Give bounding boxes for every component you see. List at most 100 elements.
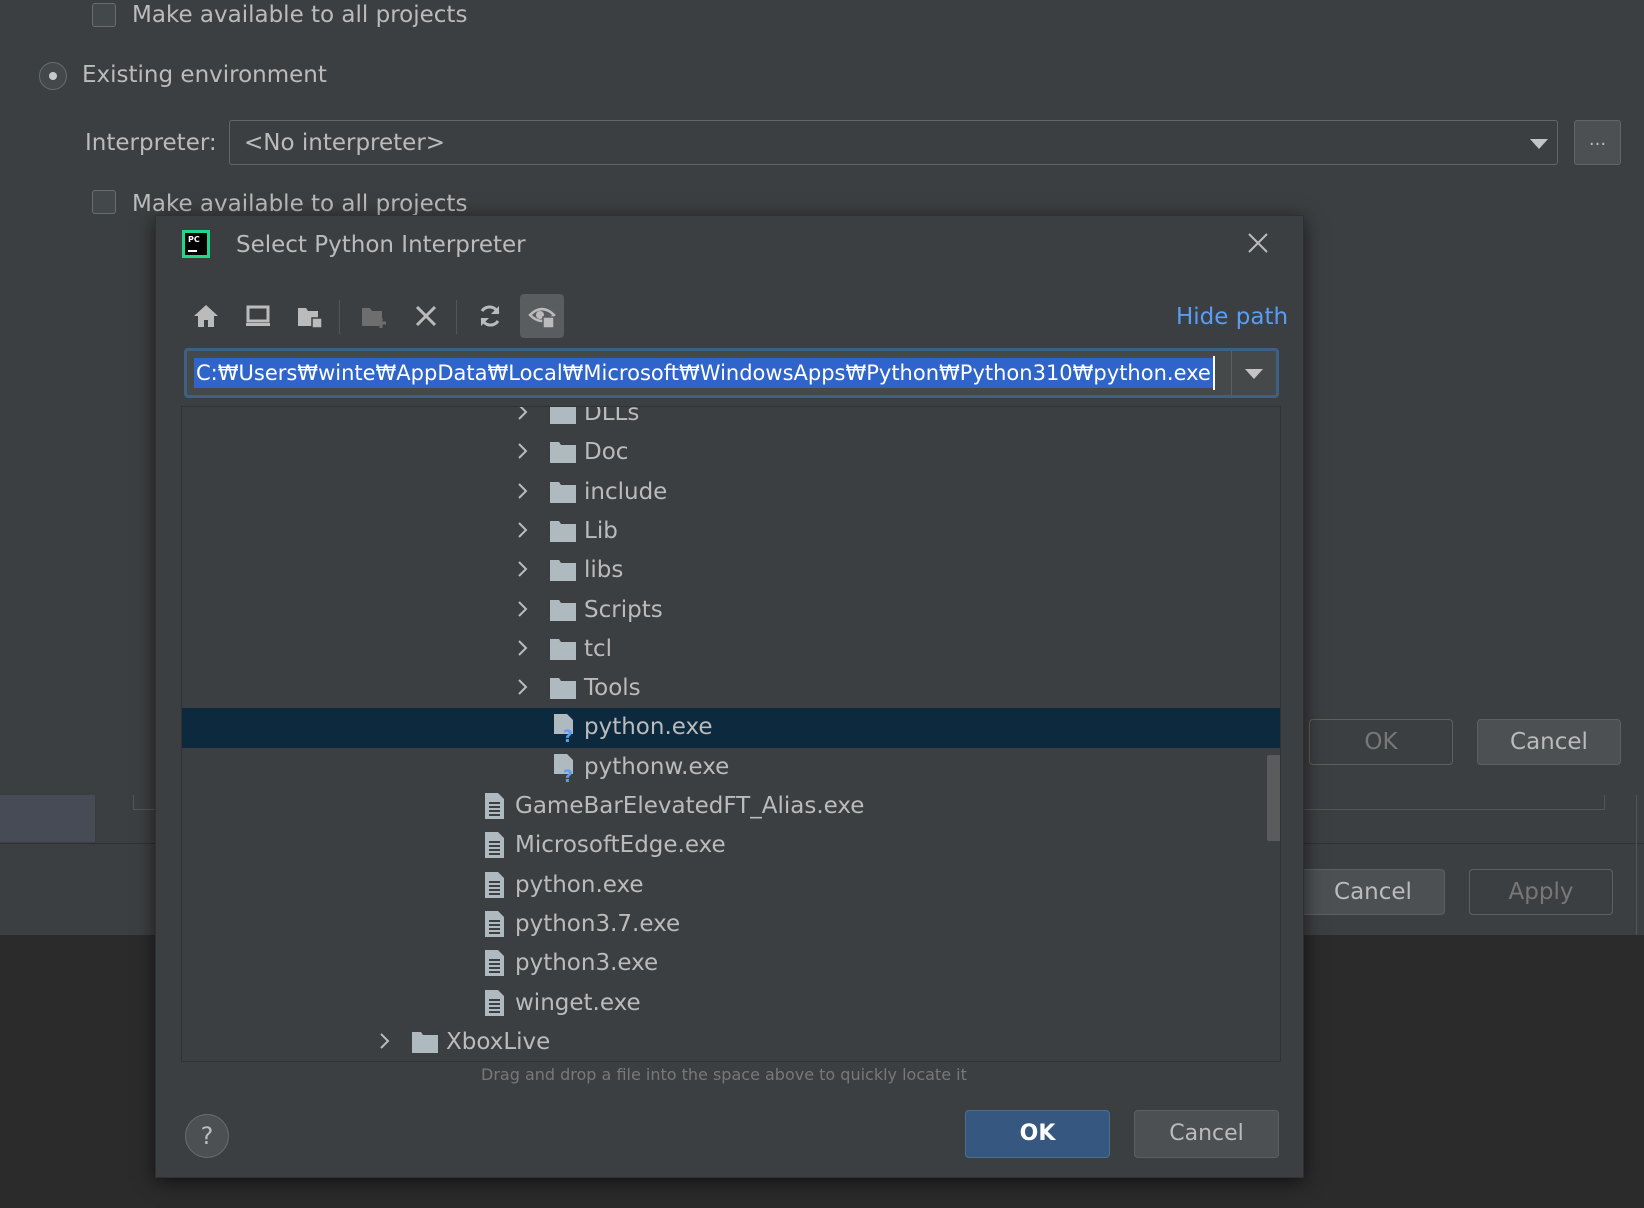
tree-file-row[interactable]: python3.7.exe — [182, 905, 1280, 945]
folder-icon — [548, 673, 578, 703]
interpreter-combobox[interactable]: <No interpreter> — [229, 120, 1558, 165]
chevron-right-icon[interactable] — [513, 599, 533, 619]
bg-sidebar-strip — [0, 795, 95, 842]
path-input[interactable]: C:₩Users₩winte₩AppData₩Local₩Microsoft₩W… — [184, 348, 1279, 398]
tree-item-label: Tools — [584, 675, 641, 702]
svg-text:?: ? — [563, 767, 573, 782]
tree-item-label: Lib — [584, 517, 618, 544]
folder-icon — [548, 516, 578, 546]
folder-icon — [548, 634, 578, 664]
tree-folder-row[interactable]: Doc — [182, 433, 1280, 473]
tree-file-row[interactable]: MicrosoftEdge.exe — [182, 826, 1280, 866]
refresh-icon[interactable] — [468, 294, 512, 338]
bg-cancel-button[interactable]: Cancel — [1477, 719, 1621, 765]
chevron-right-icon[interactable] — [513, 638, 533, 658]
chevron-down-icon[interactable] — [1245, 369, 1263, 379]
tree-item-label: winget.exe — [515, 989, 641, 1016]
file-icon — [479, 791, 509, 821]
project-folder-icon[interactable] — [288, 294, 332, 338]
tree-item-label: XboxLive — [446, 1028, 551, 1055]
tree-file-row[interactable]: winget.exe — [182, 984, 1280, 1024]
folder-icon — [548, 595, 578, 625]
tree-file-row[interactable]: python.exe — [182, 866, 1280, 906]
folder-icon — [410, 1027, 440, 1057]
chevron-right-icon[interactable] — [513, 520, 533, 540]
chevron-right-icon[interactable] — [513, 407, 533, 422]
path-history-dropdown[interactable] — [1231, 351, 1276, 395]
tree-item-label: python3.exe — [515, 950, 659, 977]
show-hidden-icon[interactable] — [520, 294, 564, 338]
toolbar-separator — [339, 300, 340, 334]
file-icon — [479, 948, 509, 978]
existing-environment-radio[interactable] — [39, 62, 67, 90]
interpreter-label: Interpreter: — [85, 130, 217, 156]
tree-item-label: include — [584, 478, 668, 505]
unknown-file-icon: ? — [548, 712, 578, 747]
tree-folder-row[interactable]: tcl — [182, 630, 1280, 670]
path-text: C:₩Users₩winte₩AppData₩Local₩Microsoft₩W… — [194, 358, 1213, 388]
file-tree[interactable]: DLLs Doc include Lib libs Scripts tcl Tools? pyt… — [181, 406, 1281, 1062]
chevron-right-icon[interactable] — [513, 481, 533, 501]
tree-file-row[interactable]: GameBarElevatedFT_Alias.exe — [182, 787, 1280, 827]
chevron-right-icon[interactable] — [513, 677, 533, 697]
tree-item-label: python3.7.exe — [515, 910, 681, 937]
file-icon — [479, 909, 509, 939]
folder-icon — [548, 477, 578, 507]
tree-item-label: Scripts — [584, 596, 663, 623]
tree-item-label: libs — [584, 557, 624, 584]
folder-icon — [548, 407, 578, 428]
tree-item-label: GameBarElevatedFT_Alias.exe — [515, 793, 865, 819]
settings-cancel-button[interactable]: Cancel — [1301, 869, 1445, 915]
browse-interpreter-button[interactable]: ... — [1574, 120, 1621, 165]
folder-icon — [548, 437, 578, 467]
svg-text:?: ? — [563, 727, 573, 742]
tree-folder-row[interactable]: Tools — [182, 669, 1280, 709]
tree-file-row[interactable]: python3.exe — [182, 944, 1280, 984]
chevron-right-icon[interactable] — [375, 1031, 395, 1051]
tree-folder-row[interactable]: DLLs — [182, 406, 1280, 434]
toolbar-separator — [456, 300, 457, 334]
tree-item-label: python.exe — [515, 871, 644, 898]
help-button[interactable]: ? — [185, 1114, 229, 1158]
file-icon — [479, 870, 509, 900]
desktop-icon[interactable] — [236, 294, 280, 338]
chevron-right-icon[interactable] — [513, 441, 533, 461]
settings-apply-button[interactable]: Apply — [1469, 869, 1613, 915]
tree-file-row[interactable]: ? pythonw.exe — [182, 748, 1280, 788]
ok-button[interactable]: OK — [965, 1110, 1110, 1158]
file-icon — [479, 830, 509, 860]
dialog-title: Select Python Interpreter — [236, 232, 526, 258]
pycharm-logo-icon: PC — [182, 230, 210, 258]
interpreter-value: <No interpreter> — [244, 130, 446, 156]
file-icon — [479, 988, 509, 1018]
hide-path-link[interactable]: Hide path — [1176, 304, 1288, 330]
chevron-down-icon[interactable] — [1530, 139, 1548, 149]
tree-file-row[interactable]: ? python.exe — [182, 708, 1280, 749]
tree-item-label: tcl — [584, 635, 613, 662]
make-available-label-top: Make available to all projects — [132, 2, 468, 28]
home-icon[interactable] — [184, 294, 228, 338]
tree-item-label: MicrosoftEdge.exe — [515, 832, 726, 859]
tree-item-label: Doc — [584, 439, 629, 466]
tree-folder-row[interactable]: Scripts — [182, 591, 1280, 631]
chevron-right-icon[interactable] — [513, 559, 533, 579]
make-available-checkbox-top[interactable] — [92, 3, 116, 27]
tree-item-label: python.exe — [584, 714, 713, 741]
bg-ok-button[interactable]: OK — [1309, 719, 1453, 765]
bg-divider-vertical — [1636, 795, 1637, 935]
new-folder-icon[interactable] — [352, 294, 396, 338]
tree-scrollbar[interactable] — [1267, 755, 1280, 841]
select-interpreter-dialog: PC Select Python Interpreter Hide path C… — [155, 215, 1304, 1178]
tree-folder-row[interactable]: libs — [182, 551, 1280, 591]
drag-drop-hint: Drag and drop a file into the space abov… — [481, 1065, 967, 1084]
unknown-file-icon: ? — [548, 752, 578, 787]
close-icon[interactable] — [1243, 228, 1273, 258]
delete-icon[interactable] — [404, 294, 448, 338]
cancel-button[interactable]: Cancel — [1134, 1110, 1279, 1158]
tree-folder-row[interactable]: include — [182, 473, 1280, 513]
tree-folder-row[interactable]: Lib — [182, 512, 1280, 552]
make-available-checkbox[interactable] — [92, 190, 116, 214]
tree-item-label: DLLs — [584, 406, 640, 426]
tree-folder-row[interactable]: XboxLive — [182, 1023, 1280, 1061]
existing-environment-label: Existing environment — [82, 62, 327, 88]
